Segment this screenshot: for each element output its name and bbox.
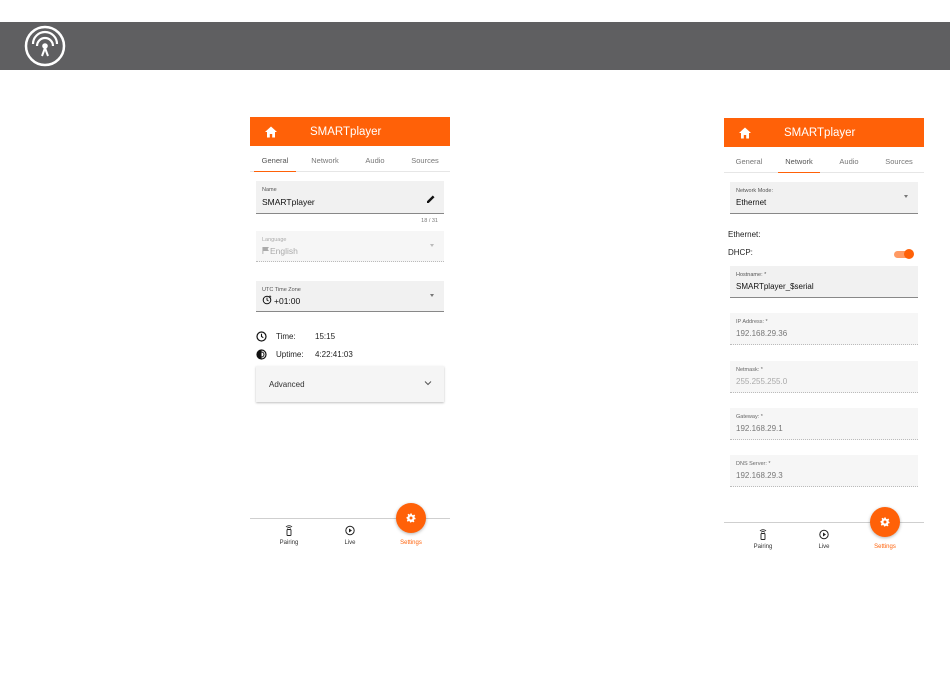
- time-label: Time:: [276, 332, 296, 341]
- netmask-value: 255.255.255.0: [736, 377, 788, 386]
- remote-icon: [759, 529, 767, 540]
- netmask-label: Netmask: *: [736, 367, 763, 373]
- tab-sources[interactable]: Sources: [400, 146, 450, 171]
- chevron-down-icon: [430, 294, 434, 297]
- name-char-counter: 18 / 31: [421, 218, 438, 224]
- bottom-navigation: Pairing Live Settings: [724, 507, 924, 562]
- gear-icon: [406, 513, 416, 523]
- ip-address-label: IP Address: *: [736, 319, 768, 325]
- time-value: 15:15: [315, 332, 336, 341]
- network-mode-label: Network Mode:: [736, 188, 773, 194]
- network-mode-value: Ethernet: [736, 198, 767, 207]
- chevron-down-icon: [904, 195, 908, 198]
- uptime-value: 4:22:41:03: [315, 350, 353, 359]
- app-bar: SMARTplayer: [250, 117, 450, 146]
- netmask-field: Netmask: * 255.255.255.0: [730, 361, 918, 393]
- timezone-select[interactable]: UTC Time Zone +01:00: [256, 281, 444, 312]
- bottom-navigation: Pairing Live Settings: [250, 503, 450, 558]
- tab-audio[interactable]: Audio: [824, 147, 874, 172]
- app-bar: SMARTplayer: [724, 118, 924, 147]
- tab-general[interactable]: General: [724, 147, 774, 172]
- nav-pairing-label: Pairing: [279, 540, 299, 546]
- play-circle-icon: [819, 529, 829, 540]
- ip-address-value: 192.168.29.36: [736, 329, 788, 338]
- nav-settings-label: Settings: [874, 544, 896, 550]
- clock-offset-icon: [262, 295, 272, 305]
- nav-live-label: Live: [344, 540, 356, 546]
- app-title: SMARTplayer: [784, 126, 856, 139]
- language-select-label: Language: [262, 237, 287, 243]
- ip-address-field: IP Address: * 192.168.29.36: [730, 313, 918, 345]
- timezone-select-label: UTC Time Zone: [262, 287, 301, 293]
- settings-fab[interactable]: [870, 507, 900, 537]
- gateway-value: 192.168.29.1: [736, 424, 783, 433]
- remote-icon: [285, 525, 293, 536]
- home-icon[interactable]: [264, 125, 278, 139]
- name-field-label: Name: [262, 187, 277, 193]
- wireless-broadcast-icon[interactable]: [24, 25, 66, 67]
- advanced-label: Advanced: [269, 380, 305, 389]
- uptime-row: Uptime: 4:22:41:03: [256, 349, 353, 360]
- chevron-down-icon: [424, 381, 432, 386]
- nav-live[interactable]: Live: [799, 529, 849, 550]
- settings-network-screen: SMARTplayer General Network Audio Source…: [724, 118, 924, 558]
- nav-settings[interactable]: Settings: [860, 544, 910, 550]
- settings-fab[interactable]: [396, 503, 426, 533]
- network-mode-select[interactable]: Network Mode: Ethernet: [730, 182, 918, 214]
- ethernet-heading: Ethernet:: [728, 230, 761, 239]
- gateway-field: Gateway: * 192.168.29.1: [730, 408, 918, 440]
- play-circle-icon: [345, 525, 355, 536]
- gear-icon: [880, 517, 890, 527]
- settings-general-screen: SMARTplayer General Network Audio Source…: [250, 117, 450, 549]
- nav-live-label: Live: [818, 544, 830, 550]
- dns-server-field: DNS Server: * 192.168.29.3: [730, 455, 918, 487]
- nav-settings-label: Settings: [400, 540, 422, 546]
- tab-general[interactable]: General: [250, 146, 300, 172]
- hostname-label: Hostname: *: [736, 272, 767, 278]
- advanced-expander[interactable]: Advanced: [256, 366, 444, 402]
- tab-network[interactable]: Network: [300, 146, 350, 171]
- tab-sources[interactable]: Sources: [874, 147, 924, 172]
- uptime-label: Uptime:: [276, 350, 304, 359]
- name-field[interactable]: Name SMARTplayer: [256, 181, 444, 214]
- home-icon[interactable]: [738, 126, 752, 140]
- nav-pairing[interactable]: Pairing: [264, 525, 314, 546]
- flag-icon: [262, 247, 269, 254]
- dns-server-value: 192.168.29.3: [736, 471, 783, 480]
- uptime-icon: [256, 349, 267, 360]
- nav-pairing-label: Pairing: [753, 544, 773, 550]
- hostname-value: SMARTplayer_$serial: [736, 282, 814, 291]
- top-bar: [0, 22, 950, 70]
- hostname-field[interactable]: Hostname: * SMARTplayer_$serial: [730, 266, 918, 298]
- dhcp-toggle-thumb: [904, 249, 914, 259]
- edit-pencil-icon[interactable]: [426, 194, 436, 204]
- tab-bar: General Network Audio Sources: [724, 147, 924, 173]
- dns-server-label: DNS Server: *: [736, 461, 771, 467]
- nav-settings[interactable]: Settings: [386, 540, 436, 546]
- tab-audio[interactable]: Audio: [350, 146, 400, 171]
- nav-live[interactable]: Live: [325, 525, 375, 546]
- timezone-select-value: +01:00: [274, 296, 301, 306]
- dhcp-label: DHCP:: [728, 248, 753, 257]
- tab-bar: General Network Audio Sources: [250, 146, 450, 172]
- tab-network[interactable]: Network: [774, 147, 824, 173]
- time-row: Time: 15:15: [256, 331, 335, 342]
- dhcp-toggle[interactable]: [894, 249, 914, 259]
- name-field-value: SMARTplayer: [262, 197, 315, 207]
- nav-pairing[interactable]: Pairing: [738, 529, 788, 550]
- language-select: Language English: [256, 231, 444, 262]
- gateway-label: Gateway: *: [736, 414, 763, 420]
- language-select-value: English: [270, 246, 298, 256]
- app-title: SMARTplayer: [310, 125, 382, 138]
- chevron-down-icon: [430, 244, 434, 247]
- clock-icon: [256, 331, 267, 342]
